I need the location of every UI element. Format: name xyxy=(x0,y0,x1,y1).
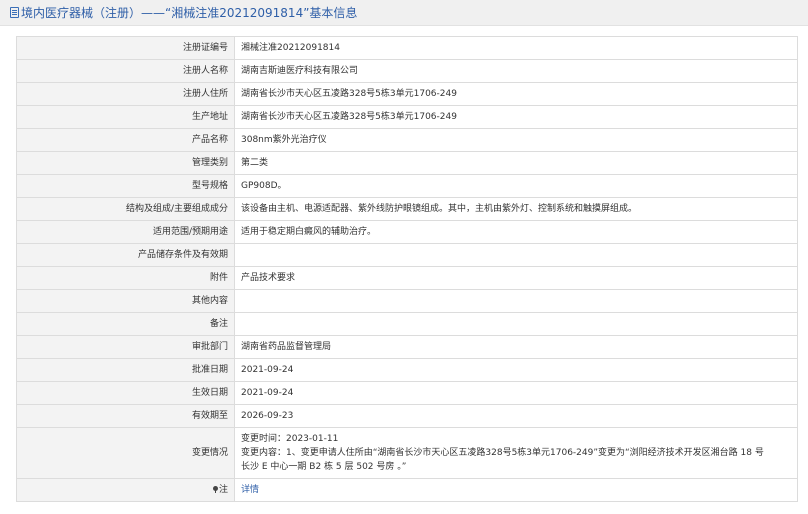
table-row: 产品名称 308nm紫外光治疗仪 xyxy=(16,128,798,152)
note-value: 详情 xyxy=(234,478,798,502)
field-value: 湖南省长沙市天心区五凌路328号5栋3单元1706-249 xyxy=(234,105,798,129)
field-value: 2026-09-23 xyxy=(234,404,798,428)
table-row: 注册人名称 湖南吉斯迪医疗科技有限公司 xyxy=(16,59,798,83)
field-value: 湖南省长沙市天心区五凌路328号5栋3单元1706-249 xyxy=(234,82,798,106)
info-table-body: 注册证编号 湘械注准20212091814 注册人名称 湖南吉斯迪医疗科技有限公司 注册… xyxy=(16,36,798,502)
table-row: 管理类别 第二类 xyxy=(16,151,798,175)
field-label: 注册证编号 xyxy=(16,36,235,60)
field-value: 该设备由主机、电源适配器、紫外线防护眼镜组成。其中，主机由紫外灯、控制系统和触摸… xyxy=(234,197,798,221)
field-value: GP908D。 xyxy=(234,174,798,198)
field-label: 注册人名称 xyxy=(16,59,235,83)
field-value: 适用于稳定期白癜风的辅助治疗。 xyxy=(234,220,798,244)
note-label: 注 xyxy=(218,485,228,495)
field-label: 结构及组成/主要组成成分 xyxy=(16,197,235,221)
field-label: 产品储存条件及有效期 xyxy=(16,243,235,267)
change-line: 变更时间：2023-01-11 xyxy=(241,434,339,444)
table-row: 产品储存条件及有效期 xyxy=(16,243,798,267)
page: 境内医疗器械（注册）——“湘械注准20212091814”基本信息 注册证编号湘… xyxy=(0,0,808,514)
change-details: 变更时间：2023-01-11 变更内容：1、变更申请人住所由“湖南省长沙市天心区… xyxy=(234,427,798,479)
field-value: 2021-09-24 xyxy=(234,381,798,405)
field-label: 批准日期 xyxy=(16,358,235,382)
field-value: 308nm紫外光治疗仪 xyxy=(234,128,798,152)
table-row: 批准日期 2021-09-24 xyxy=(16,358,798,382)
field-label: 注册人住所 xyxy=(16,82,235,106)
table-row: 备注 xyxy=(16,312,798,336)
field-label: 有效期至 xyxy=(16,404,235,428)
table-row: 生效日期 2021-09-24 xyxy=(16,381,798,405)
field-label: 附件 xyxy=(16,266,235,290)
table-row: 结构及组成/主要组成成分 该设备由主机、电源适配器、紫外线防护眼镜组成。其中，主机… xyxy=(16,197,798,221)
table-row: 附件 产品技术要求 xyxy=(16,266,798,290)
page-title: 境内医疗器械（注册）——“湘械注准20212091814”基本信息 xyxy=(21,6,358,20)
field-value: 湘械注准20212091814 xyxy=(234,36,798,60)
note-label-cell: 注 xyxy=(16,478,235,502)
field-label: 产品名称 xyxy=(16,128,235,152)
field-label: 管理类别 xyxy=(16,151,235,175)
field-label: 其他内容 xyxy=(16,289,235,313)
field-value: 第二类 xyxy=(234,151,798,175)
info-table: 注册证编号 湘械注准20212091814 注册人名称 湖南吉斯迪医疗科技有限公司 注册… xyxy=(16,36,798,502)
field-value: 产品技术要求 xyxy=(234,266,798,290)
field-label: 备注 xyxy=(16,312,235,336)
field-value xyxy=(234,289,798,313)
field-label: 型号规格 xyxy=(16,174,235,198)
table-row-change: 变更情况 变更时间：2023-01-11 变更内容：1、变更申请人住所由“湖南省长沙… xyxy=(16,427,798,479)
page-header: 境内医疗器械（注册）——“湘械注准20212091814”基本信息 xyxy=(0,0,808,26)
field-value: 湖南省药品监督管理局 xyxy=(234,335,798,359)
field-label: 生效日期 xyxy=(16,381,235,405)
table-row: 注册证编号 湘械注准20212091814 xyxy=(16,36,798,60)
table-row: 审批部门 湖南省药品监督管理局 xyxy=(16,335,798,359)
field-label: 审批部门 xyxy=(16,335,235,359)
change-line: 变更内容：1、变更申请人住所由“湖南省长沙市天心区五凌路328号5栋3单元170… xyxy=(241,448,764,458)
change-line: 长沙 E 中心一期 B2 栋 5 层 502 号房 。” xyxy=(241,462,407,472)
field-value xyxy=(234,243,798,267)
pin-icon xyxy=(212,486,218,493)
field-label: 生产地址 xyxy=(16,105,235,129)
table-row: 型号规格 GP908D。 xyxy=(16,174,798,198)
field-label: 变更情况 xyxy=(16,427,235,479)
field-value: 2021-09-24 xyxy=(234,358,798,382)
table-row-note: 注 详情 xyxy=(16,478,798,502)
table-row: 其他内容 xyxy=(16,289,798,313)
table-row: 注册人住所 湖南省长沙市天心区五凌路328号5栋3单元1706-249 xyxy=(16,82,798,106)
field-value: 湖南吉斯迪医疗科技有限公司 xyxy=(234,59,798,83)
table-row: 生产地址 湖南省长沙市天心区五凌路328号5栋3单元1706-249 xyxy=(16,105,798,129)
field-label: 适用范围/预期用途 xyxy=(16,220,235,244)
table-row: 适用范围/预期用途 适用于稳定期白癜风的辅助治疗。 xyxy=(16,220,798,244)
details-link[interactable]: 详情 xyxy=(241,485,259,495)
field-value xyxy=(234,312,798,336)
document-icon xyxy=(10,7,19,18)
table-row: 有效期至 2026-09-23 xyxy=(16,404,798,428)
